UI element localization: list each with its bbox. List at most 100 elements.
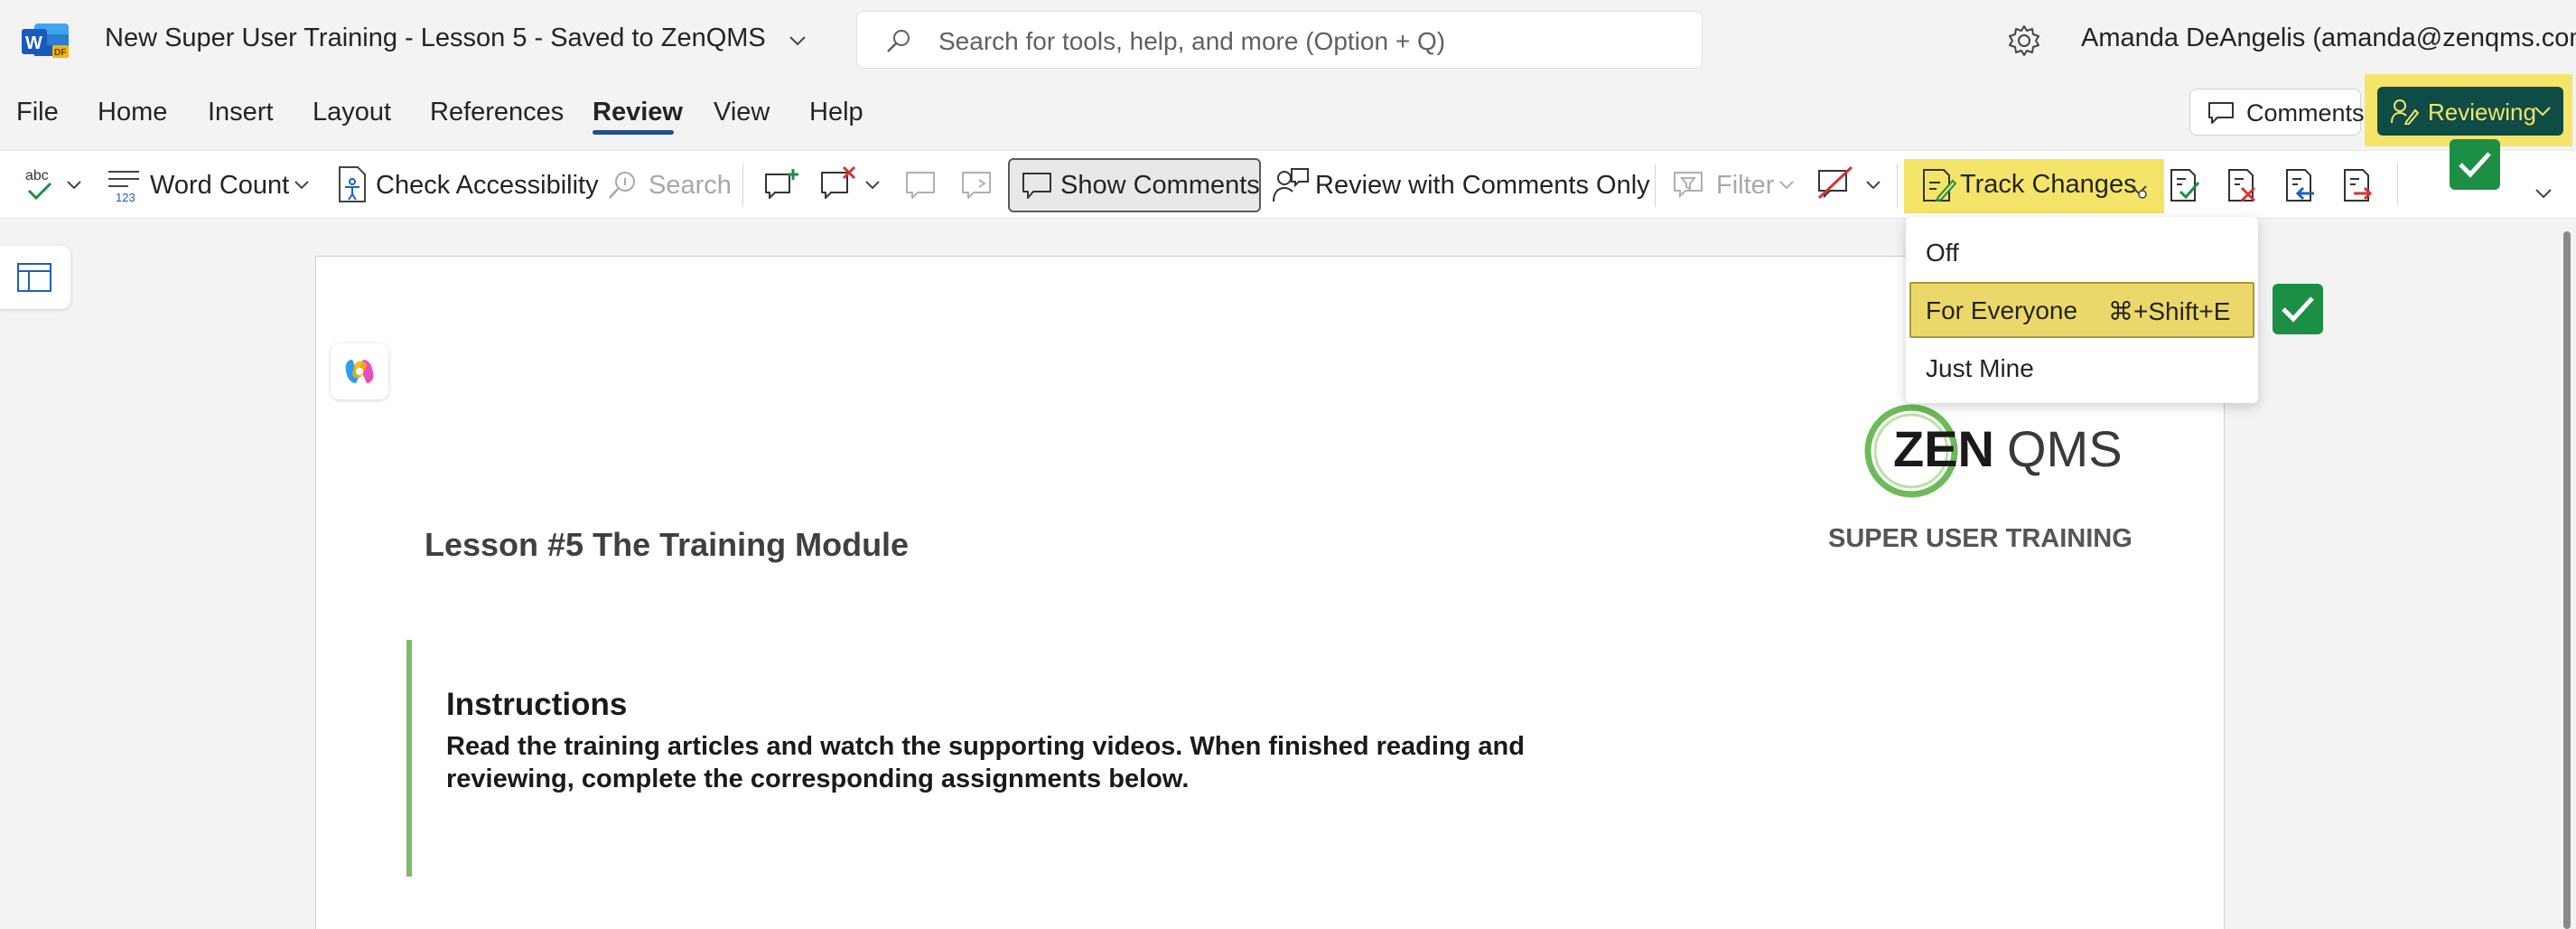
search-placeholder: Search for tools, help, and more (Option… (938, 27, 1446, 55)
navigation-pane-button[interactable] (0, 246, 70, 309)
for-everyone-shortcut: ⌘+Shift+E (2108, 297, 2231, 325)
tab-help[interactable]: Help (809, 98, 863, 127)
new-comment-icon (765, 169, 798, 199)
search-label: Search (649, 171, 732, 200)
comment-icon (1022, 173, 1051, 199)
previous-comment-button[interactable] (901, 151, 941, 220)
svg-text:DF: DF (54, 48, 66, 58)
reviewing-icon (2391, 99, 2419, 125)
check-accessibility-button[interactable]: Check Accessibility (334, 151, 599, 220)
next-change-icon (2344, 169, 2373, 202)
review-with-comments-only-button[interactable]: Review with Comments Only (1272, 151, 1650, 220)
tab-home[interactable]: Home (98, 98, 167, 127)
tab-view[interactable]: View (714, 98, 770, 127)
search-icon (887, 30, 910, 52)
show-comments-label: Show Comments (1060, 171, 1260, 200)
lesson-title: Lesson #5 The Training Module (425, 526, 910, 563)
instructions-body: Read the training articles and watch the… (446, 732, 1525, 793)
show-comments-button[interactable]: Show Comments (1008, 158, 1261, 212)
tab-review[interactable]: Review (593, 98, 683, 127)
reviewing-label: Reviewing (2428, 99, 2536, 126)
active-tab-indicator (593, 130, 674, 135)
chevron-down-icon (1779, 181, 1794, 190)
word-count-icon: 123 (108, 171, 139, 204)
svg-text:abc: abc (25, 168, 49, 183)
accept-change-icon (2170, 169, 2200, 202)
word-count-button[interactable]: 123 Word Count (107, 151, 314, 220)
copilot-icon (345, 360, 374, 383)
chevron-down-icon (67, 181, 81, 190)
track-changes-off-option[interactable]: Off (1926, 239, 1959, 267)
gear-icon[interactable] (2007, 23, 2041, 58)
track-changes-menu: Off For Everyone ⌘+Shift+E Just Mine (1906, 217, 2258, 403)
next-change-button[interactable] (2339, 150, 2379, 219)
tab-file[interactable]: File (16, 98, 59, 127)
copilot-button[interactable] (331, 343, 388, 399)
spelling-icon: abc (25, 168, 52, 201)
filter-comment-icon (1674, 172, 1703, 199)
filter-label: Filter (1716, 171, 1775, 200)
track-changes-just-mine-option[interactable]: Just Mine (1926, 354, 2034, 383)
ribbon-separator (1655, 164, 1656, 207)
check-accessibility-label: Check Accessibility (376, 171, 599, 200)
cursor-hand-icon (2131, 185, 2147, 199)
navigation-pane-icon (17, 263, 51, 292)
ribbon-separator (1897, 164, 1898, 207)
track-changes-for-everyone-option[interactable]: For Everyone ⌘+Shift+E (1909, 282, 2254, 338)
spelling-button[interactable]: abc (14, 151, 90, 220)
ribbon-separator (742, 164, 743, 207)
previous-change-button[interactable] (2282, 150, 2321, 219)
for-everyone-label: For Everyone (1926, 296, 2078, 324)
instructions-heading: Instructions (446, 687, 628, 722)
track-changes-icon (1923, 169, 1956, 202)
checkmark-icon (2273, 284, 2323, 334)
search-box[interactable]: Search for tools, help, and more (Option… (856, 11, 1703, 69)
svg-text:W: W (25, 33, 42, 53)
previous-comment-icon (906, 172, 935, 199)
word-app-icon[interactable]: W DF (22, 22, 70, 60)
track-changes-button[interactable]: Track Changes (1915, 150, 2157, 219)
tab-layout[interactable]: Layout (313, 98, 391, 127)
reject-change-icon (2228, 169, 2256, 202)
filter-button[interactable]: Filter (1671, 151, 1803, 220)
delete-comment-icon (821, 165, 856, 199)
chevron-down-icon (865, 181, 880, 190)
previous-change-icon (2286, 169, 2314, 202)
tab-references[interactable]: References (430, 98, 564, 127)
delete-comment-button[interactable] (817, 151, 889, 220)
reviewer-comment-icon (1273, 168, 1309, 202)
reviewing-mode-button[interactable]: Reviewing (2377, 87, 2563, 136)
word-count-label: Word Count (150, 171, 290, 200)
chevron-down-icon[interactable] (786, 29, 809, 52)
checkmark-icon (2450, 139, 2500, 190)
document-title[interactable]: New Super User Training - Lesson 5 - Sav… (105, 23, 766, 53)
ribbon-expand-icon[interactable] (2533, 184, 2554, 202)
hide-comments-icon (1817, 165, 1853, 200)
comments-button[interactable]: Comments (2189, 89, 2365, 136)
next-comment-button[interactable] (957, 151, 997, 220)
track-changes-label: Track Changes (1960, 170, 2137, 199)
smart-lookup-search-button[interactable]: Search (607, 151, 732, 220)
comment-icon (2208, 102, 2234, 124)
instructions-accent-bar (406, 640, 412, 877)
tab-insert[interactable]: Insert (208, 98, 274, 127)
svg-text:123: 123 (116, 191, 135, 204)
logo-qms-text: QMS (2007, 420, 2123, 477)
accept-change-button[interactable] (2166, 150, 2206, 219)
accessibility-icon (339, 166, 366, 202)
ribbon-separator (2397, 163, 2398, 206)
comments-label: Comments (2246, 99, 2365, 127)
vertical-scrollbar[interactable] (2563, 231, 2571, 929)
user-account[interactable]: Amanda DeAngelis (amanda@zenqms.com) (2081, 23, 2576, 53)
review-with-comments-only-label: Review with Comments Only (1315, 171, 1650, 200)
logo-zen-text: ZEN (1893, 420, 1994, 477)
markup-display-button[interactable] (1815, 151, 1888, 220)
title-bar: W DF New Super User Training - Lesson 5 … (0, 0, 2576, 81)
reject-change-button[interactable] (2224, 150, 2263, 219)
new-comment-button[interactable] (761, 151, 802, 220)
chevron-down-icon (1866, 181, 1881, 190)
chevron-down-icon (294, 181, 309, 190)
next-comment-icon (962, 172, 991, 199)
chevron-down-icon (2534, 107, 2551, 117)
lightbulb-search-icon (609, 172, 635, 199)
